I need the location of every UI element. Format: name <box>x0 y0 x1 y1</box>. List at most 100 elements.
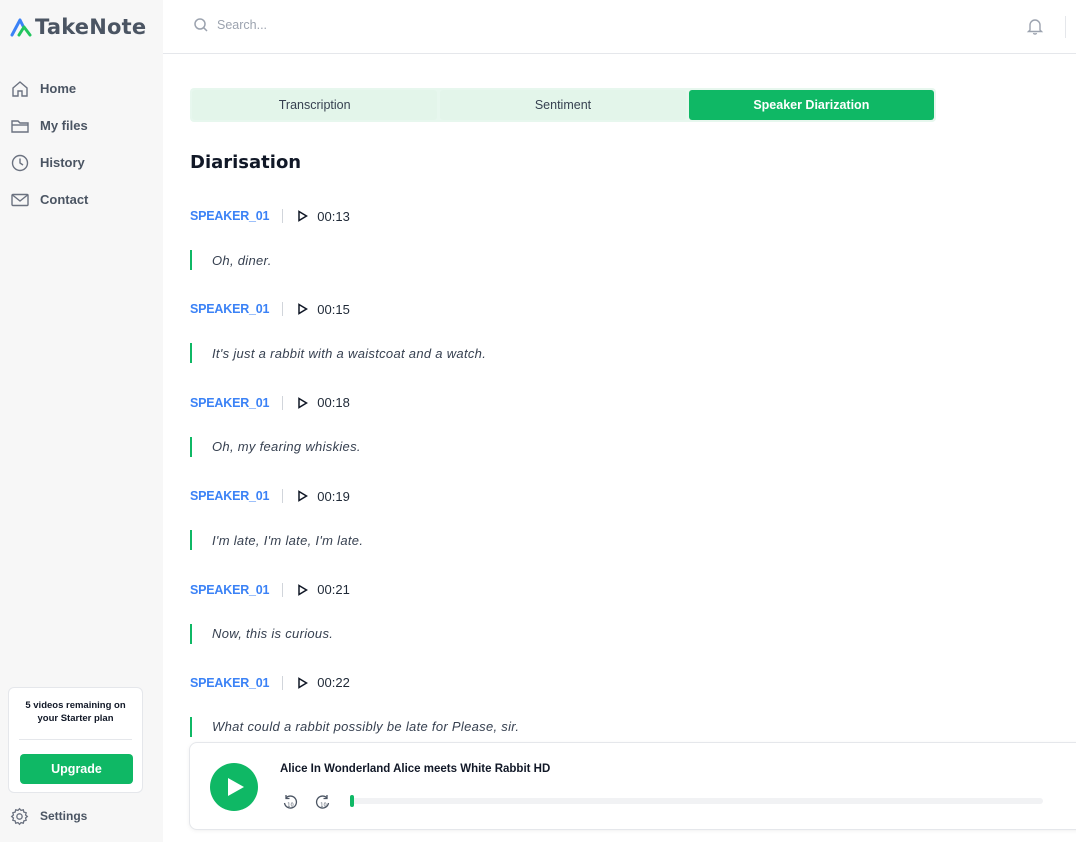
play-segment-button[interactable] <box>297 583 309 596</box>
list-item: SPEAKER_01 00:18 Oh, my fearing whiskies… <box>190 391 990 484</box>
sidebar-item-label: Home <box>40 81 77 96</box>
timestamp[interactable]: 00:22 <box>317 675 350 690</box>
play-icon <box>298 210 309 222</box>
progress-fill <box>350 795 354 807</box>
mail-icon <box>11 193 29 206</box>
entry-header: SPEAKER_01 00:22 <box>190 673 350 693</box>
clock-icon <box>11 154 29 171</box>
entry-header: SPEAKER_01 00:15 <box>190 299 350 319</box>
svg-text:10: 10 <box>320 803 326 809</box>
list-item: SPEAKER_01 00:15 It's just a rabbit with… <box>190 297 990 390</box>
speaker-label[interactable]: SPEAKER_01 <box>190 489 269 503</box>
list-item: SPEAKER_01 00:19 I'm late, I'm late, I'm… <box>190 484 990 577</box>
play-icon <box>227 778 244 796</box>
transcript-quote: I'm late, I'm late, I'm late. <box>190 530 364 551</box>
entry-header: SPEAKER_01 00:18 <box>190 393 350 413</box>
play-icon <box>298 396 309 409</box>
play-button[interactable] <box>210 763 258 811</box>
tab-sentiment[interactable]: Sentiment <box>440 90 686 120</box>
timestamp[interactable]: 00:18 <box>317 395 350 410</box>
home-icon <box>12 80 28 97</box>
transcript-text: Now, this is curious. <box>212 626 334 642</box>
settings-label: Settings <box>40 809 88 823</box>
sidebar-item-home[interactable]: Home <box>0 70 163 107</box>
search-icon <box>194 18 208 32</box>
upgrade-button[interactable]: Upgrade <box>20 754 133 784</box>
list-item: SPEAKER_01 00:21 Now, this is curious. <box>190 578 990 671</box>
separator <box>282 675 284 690</box>
play-segment-button[interactable] <box>297 677 309 689</box>
play-segment-button[interactable] <box>297 303 309 316</box>
speaker-label[interactable]: SPEAKER_01 <box>190 396 269 410</box>
transcript-text: It's just a rabbit with a waistcoat and … <box>212 345 487 361</box>
main-content: Transcription Sentiment Speaker Diarizat… <box>163 54 1076 842</box>
sidebar-item-label: My files <box>40 118 88 133</box>
transcript-quote: Oh, diner. <box>190 250 272 270</box>
play-segment-button[interactable] <box>297 210 309 222</box>
search-input[interactable] <box>217 18 517 32</box>
separator <box>282 395 284 410</box>
entry-header: SPEAKER_01 00:13 <box>190 206 350 226</box>
plan-divider <box>19 739 132 740</box>
sidebar-item-contact[interactable]: Contact <box>0 181 163 218</box>
sidebar-item-my-files[interactable]: My files <box>0 107 163 144</box>
takenote-logo-icon <box>10 18 32 37</box>
folder-icon <box>11 119 29 133</box>
forward-10-icon: 10 <box>315 795 330 809</box>
speaker-label[interactable]: SPEAKER_01 <box>190 583 269 597</box>
skip-back-button[interactable]: 10 <box>281 793 299 811</box>
play-icon <box>298 303 309 316</box>
timestamp[interactable]: 00:19 <box>317 489 350 504</box>
timestamp[interactable]: 00:15 <box>317 302 350 317</box>
transcript-text: Oh, diner. <box>212 252 272 268</box>
timestamp[interactable]: 00:13 <box>317 209 350 224</box>
skip-forward-button[interactable]: 10 <box>314 793 332 811</box>
header-divider <box>1065 16 1066 38</box>
gear-icon <box>10 807 29 825</box>
play-segment-button[interactable] <box>297 396 309 409</box>
list-item: SPEAKER_01 00:13 Oh, diner. <box>190 204 990 297</box>
separator <box>282 302 284 317</box>
progress-bar[interactable] <box>350 795 1043 807</box>
diarization-list: SPEAKER_01 00:13 Oh, diner. SPEAKER_01 0… <box>190 204 990 764</box>
svg-text:10: 10 <box>287 803 293 809</box>
separator <box>282 209 284 223</box>
entry-header: SPEAKER_01 00:19 <box>190 486 350 506</box>
audio-player: Alice In Wonderland Alice meets White Ra… <box>189 742 1076 830</box>
top-bar <box>163 0 1076 54</box>
separator <box>282 582 284 597</box>
sidebar-item-history[interactable]: History <box>0 144 163 181</box>
separator <box>282 489 284 504</box>
tab-transcription[interactable]: Transcription <box>192 90 438 120</box>
transcript-quote: It's just a rabbit with a waistcoat and … <box>190 343 487 364</box>
bell-icon <box>1026 19 1044 35</box>
transcript-text: Oh, my fearing whiskies. <box>212 439 361 455</box>
speaker-label[interactable]: SPEAKER_01 <box>190 676 269 690</box>
transcript-text: I'm late, I'm late, I'm late. <box>212 532 364 548</box>
tab-speaker-diarization[interactable]: Speaker Diarization <box>688 90 934 120</box>
app-logo[interactable]: TakeNote <box>10 12 146 42</box>
sidebar-nav: Home My files History Contact <box>0 70 163 218</box>
page-title: Diarisation <box>190 152 302 173</box>
play-icon <box>298 583 309 596</box>
plan-card: 5 videos remaining on your Starter plan … <box>8 687 143 793</box>
sidebar-item-label: Contact <box>40 192 89 207</box>
transcript-quote: Oh, my fearing whiskies. <box>190 436 361 457</box>
notifications-button[interactable] <box>1026 17 1044 40</box>
tab-bar: Transcription Sentiment Speaker Diarizat… <box>190 88 936 122</box>
play-icon <box>298 677 309 689</box>
timestamp[interactable]: 00:21 <box>317 582 350 597</box>
search-bar <box>193 17 517 33</box>
transcript-text: What could a rabbit possibly be late for… <box>212 719 520 735</box>
transcript-quote: What could a rabbit possibly be late for… <box>190 716 520 737</box>
rewind-10-icon: 10 <box>283 795 298 809</box>
speaker-label[interactable]: SPEAKER_01 <box>190 302 269 316</box>
play-segment-button[interactable] <box>297 490 309 502</box>
speaker-label[interactable]: SPEAKER_01 <box>190 209 269 223</box>
media-title: Alice In Wonderland Alice meets White Ra… <box>280 763 551 775</box>
play-icon <box>298 490 309 502</box>
sidebar: TakeNote Home My files History Contact 5… <box>0 0 163 842</box>
app-name: TakeNote <box>35 15 147 39</box>
settings-link[interactable]: Settings <box>10 806 87 826</box>
plan-remaining-text: 5 videos remaining on your Starter plan <box>25 700 126 724</box>
